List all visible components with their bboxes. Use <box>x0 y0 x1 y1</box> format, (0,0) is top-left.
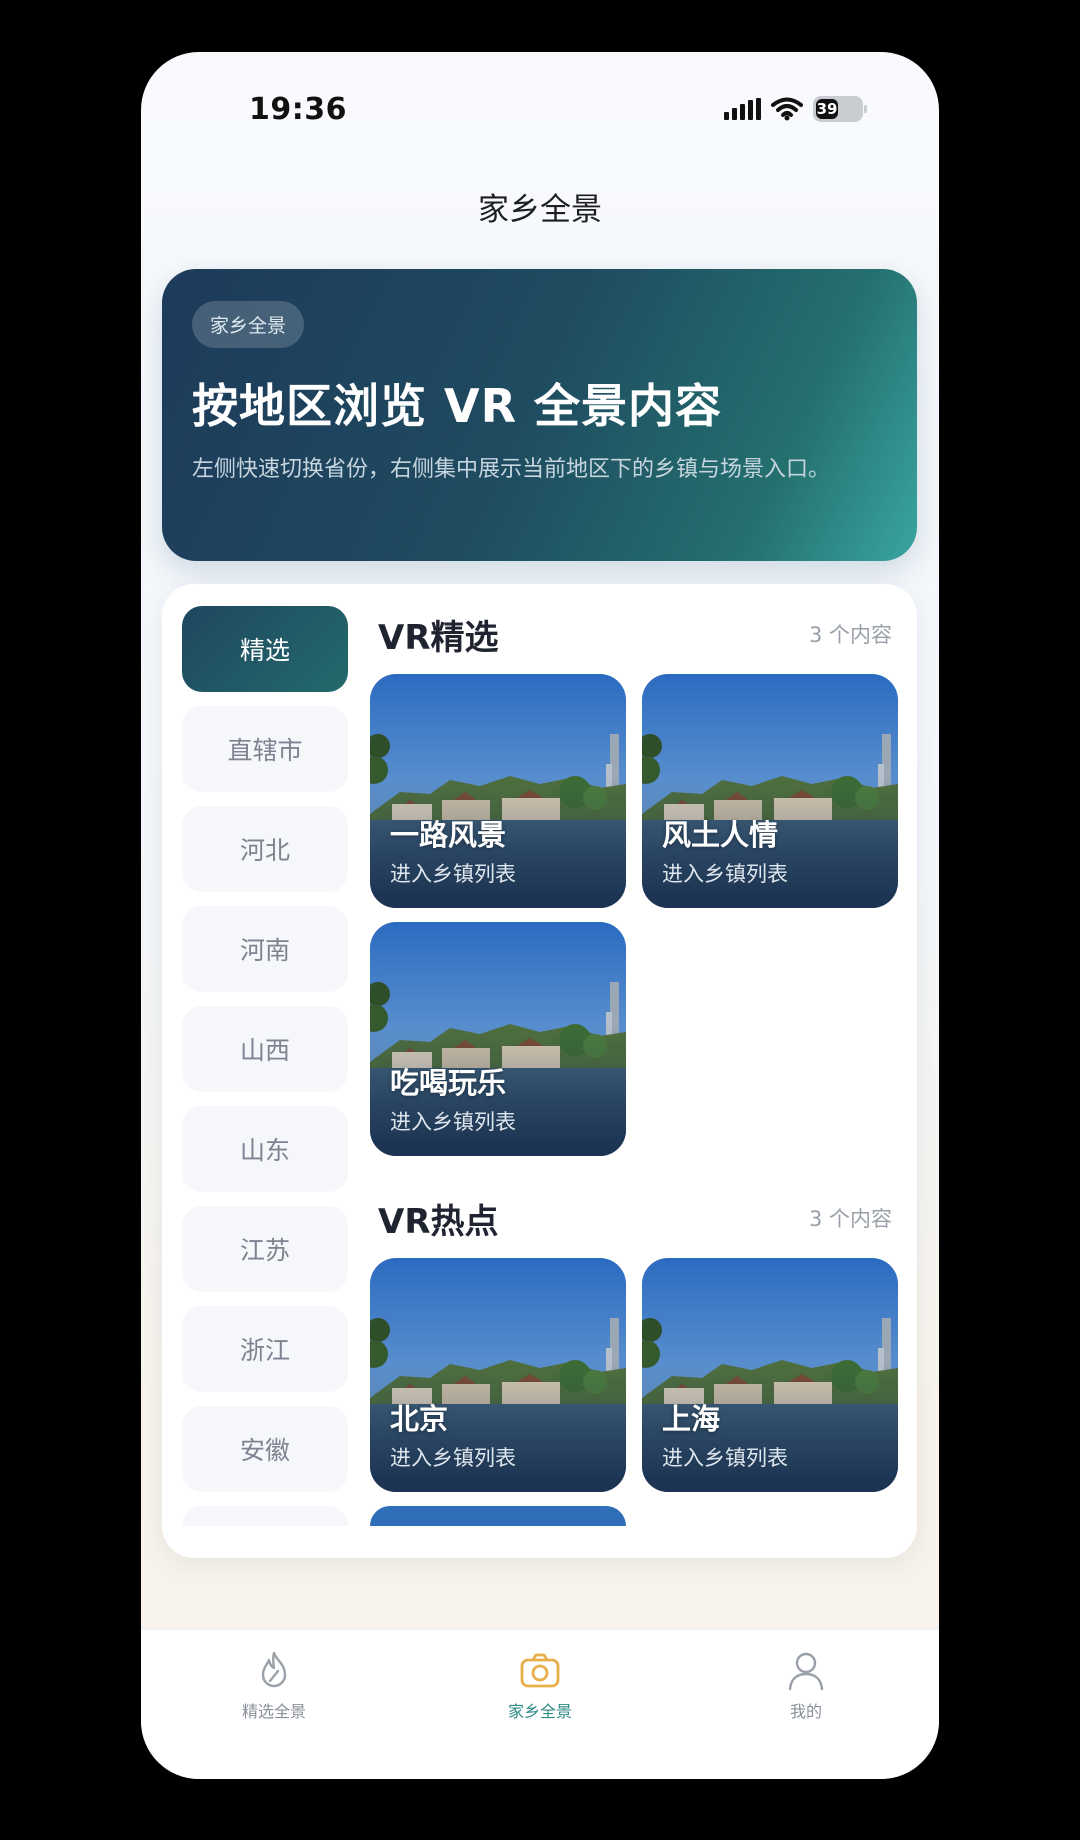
section-title: VR精选 <box>378 617 499 658</box>
status-icons: 39 <box>724 96 867 122</box>
scene-tile[interactable]: 上海 进入乡镇列表 <box>642 1258 898 1492</box>
hero-banner: 家乡全景 按地区浏览 VR 全景内容 左侧快速切换省份，右侧集中展示当前地区下的… <box>162 269 917 561</box>
camera-icon <box>520 1653 560 1688</box>
sidebar-item-partial[interactable] <box>182 1506 348 1526</box>
section-header: VR精选 3 个内容 <box>370 606 900 662</box>
region-sidebar[interactable]: 精选 直辖市 河北 河南 山西 山东 江苏 浙江 安徽 <box>182 606 348 1526</box>
tile-subtitle: 进入乡镇列表 <box>390 1446 516 1470</box>
sidebar-item-municipality[interactable]: 直辖市 <box>182 706 348 792</box>
tab-bar: 精选全景 家乡全景 我的 <box>141 1629 939 1779</box>
tab-featured-panorama[interactable]: 精选全景 <box>141 1630 407 1779</box>
sidebar-item-shanxi[interactable]: 山西 <box>182 1006 348 1092</box>
phone-screen: 19:36 39 家乡全景 家乡全景 按地区浏览 VR 全景内容 左侧快速切换省… <box>141 52 939 1779</box>
tile-grid: 北京 进入乡镇列表 上海 进入乡镇列表 <box>370 1258 900 1526</box>
wifi-icon <box>771 97 803 121</box>
tile-title: 风土人情 <box>662 818 779 852</box>
tab-hometown-panorama[interactable]: 家乡全景 <box>407 1630 673 1779</box>
section-title: VR热点 <box>378 1201 499 1242</box>
hero-title: 按地区浏览 VR 全景内容 <box>192 379 723 433</box>
flame-icon <box>261 1651 287 1688</box>
tile-subtitle: 进入乡镇列表 <box>662 862 788 886</box>
sidebar-item-jiangsu[interactable]: 江苏 <box>182 1206 348 1292</box>
tile-subtitle: 进入乡镇列表 <box>390 862 516 886</box>
scene-tile[interactable]: 北京 进入乡镇列表 <box>370 1258 626 1492</box>
tile-subtitle: 进入乡镇列表 <box>662 1446 788 1470</box>
user-icon <box>788 1652 824 1691</box>
tile-title: 一路风景 <box>390 818 507 852</box>
tile-title: 吃喝玩乐 <box>390 1066 507 1100</box>
tab-label: 我的 <box>789 1702 822 1721</box>
sidebar-item-featured[interactable]: 精选 <box>182 606 348 692</box>
page-title: 家乡全景 <box>478 192 602 228</box>
tab-mine[interactable]: 我的 <box>673 1630 939 1779</box>
sidebar-item-hebei[interactable]: 河北 <box>182 806 348 892</box>
sidebar-item-zhejiang[interactable]: 浙江 <box>182 1306 348 1392</box>
content-list[interactable]: VR精选 3 个内容 一路风景 进入乡镇列表 风土人情 进入乡镇列表 吃喝玩乐 <box>370 606 900 1526</box>
tab-label: 家乡全景 <box>507 1702 572 1721</box>
signal-icon <box>724 98 761 120</box>
section-count: 3 个内容 <box>808 1207 892 1231</box>
content-card: 精选 直辖市 河北 河南 山西 山东 江苏 浙江 安徽 VR精选 3 个内容 一… <box>162 584 917 1558</box>
section-count: 3 个内容 <box>808 623 892 647</box>
tile-subtitle: 进入乡镇列表 <box>390 1110 516 1134</box>
scene-tile[interactable] <box>370 1506 626 1526</box>
scene-tile[interactable]: 吃喝玩乐 进入乡镇列表 <box>370 922 626 1156</box>
hero-tag: 家乡全景 <box>192 301 305 348</box>
battery-icon: 39 <box>813 96 867 122</box>
battery-level: 39 <box>816 99 838 119</box>
tile-title: 上海 <box>662 1402 721 1436</box>
tab-label: 精选全景 <box>241 1702 306 1721</box>
hero-description: 左侧快速切换省份，右侧集中展示当前地区下的乡镇与场景入口。 <box>192 457 831 482</box>
sidebar-item-henan[interactable]: 河南 <box>182 906 348 992</box>
status-time: 19:36 <box>249 92 347 127</box>
sidebar-item-anhui[interactable]: 安徽 <box>182 1406 348 1492</box>
tile-title: 北京 <box>390 1402 449 1436</box>
scene-thumbnail <box>370 1506 626 1526</box>
status-bar: 19:36 39 <box>141 52 939 172</box>
scene-tile[interactable]: 一路风景 进入乡镇列表 <box>370 674 626 908</box>
scene-tile[interactable]: 风土人情 进入乡镇列表 <box>642 674 898 908</box>
section-header: VR热点 3 个内容 <box>370 1190 900 1246</box>
tile-grid: 一路风景 进入乡镇列表 风土人情 进入乡镇列表 吃喝玩乐 进入乡镇列表 <box>370 674 900 1156</box>
sidebar-item-shandong[interactable]: 山东 <box>182 1106 348 1192</box>
